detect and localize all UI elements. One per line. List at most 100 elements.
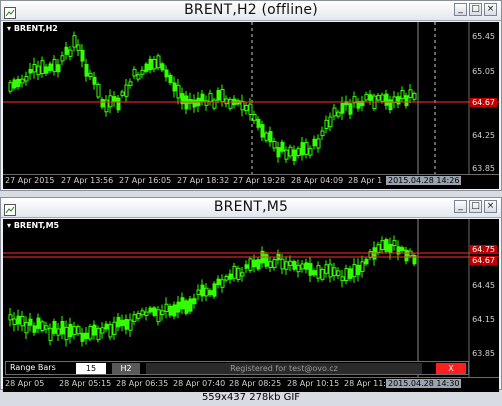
candle-body bbox=[264, 132, 269, 141]
candle-body bbox=[100, 98, 105, 108]
candle-body bbox=[304, 262, 309, 270]
candle-body bbox=[136, 313, 141, 319]
candle-body bbox=[364, 258, 369, 265]
candle-body bbox=[212, 283, 217, 297]
candle-body bbox=[252, 259, 257, 268]
candle-body bbox=[124, 318, 129, 330]
candle-body bbox=[96, 327, 101, 341]
candle-body bbox=[228, 273, 233, 280]
candle-body bbox=[96, 83, 101, 98]
title-bar[interactable]: BRENT,H2 (offline) _ □ × bbox=[1, 1, 501, 21]
price-chart-h2[interactable]: ▾ BRENT,H2 65.45 65.05 64.67 64.25 63.85 bbox=[3, 22, 499, 174]
candle-body bbox=[388, 243, 393, 254]
candle-body bbox=[36, 65, 41, 76]
candle-body bbox=[376, 95, 381, 101]
candle-body bbox=[120, 319, 125, 327]
time-label: 28 Apr 1 bbox=[348, 176, 383, 185]
candle-body bbox=[116, 316, 121, 328]
candle-body bbox=[120, 91, 125, 96]
candle-body bbox=[132, 314, 137, 322]
candle-body bbox=[296, 148, 301, 157]
candle-body bbox=[144, 311, 149, 316]
candle-body bbox=[68, 323, 73, 338]
time-label: 28 Apr 08:25 bbox=[229, 379, 282, 388]
price-chart-m5[interactable]: ▾ BRENT,M5 64.75 64.67 64.45 64.15 63.85… bbox=[3, 219, 499, 377]
candle-body bbox=[404, 249, 409, 262]
candle-body bbox=[284, 261, 289, 270]
maximize-button[interactable]: □ bbox=[469, 200, 482, 213]
minimize-button[interactable]: _ bbox=[454, 200, 467, 213]
registration-text: Registered for test@ovo.cz bbox=[146, 363, 422, 374]
candle-body bbox=[116, 97, 121, 111]
candle-body bbox=[348, 103, 353, 115]
close-button[interactable]: × bbox=[484, 3, 497, 16]
candle-body bbox=[292, 261, 297, 270]
candle-body bbox=[84, 63, 89, 77]
candle-body bbox=[52, 320, 57, 334]
candle-body bbox=[304, 142, 309, 155]
timeframe-button[interactable]: H2 bbox=[112, 363, 140, 374]
candle-body bbox=[316, 138, 321, 149]
candle-body bbox=[24, 322, 29, 334]
price-label: 64.15 bbox=[472, 315, 495, 324]
candle-body bbox=[144, 63, 149, 72]
candle-body bbox=[328, 116, 333, 128]
candle-body bbox=[260, 124, 265, 138]
candle-body bbox=[324, 119, 329, 130]
close-button[interactable]: × bbox=[484, 200, 497, 213]
candle-body bbox=[204, 287, 209, 297]
candle-body bbox=[272, 140, 277, 149]
candle-body bbox=[72, 35, 77, 48]
candle-body bbox=[404, 95, 409, 107]
candle-body bbox=[364, 93, 369, 101]
maximize-button[interactable]: □ bbox=[469, 3, 482, 16]
candle-body bbox=[392, 240, 397, 247]
candle-body bbox=[244, 104, 249, 112]
price-label: 64.75 bbox=[470, 245, 497, 254]
price-label: 63.85 bbox=[472, 349, 495, 358]
close-panel-button[interactable]: X bbox=[436, 363, 466, 374]
time-label: 28 Apr 06:35 bbox=[116, 379, 169, 388]
candle-body bbox=[240, 272, 245, 277]
current-price-badge: 64.67 bbox=[470, 256, 497, 265]
candle-body bbox=[232, 265, 237, 279]
candle-body bbox=[384, 93, 389, 106]
title-bar[interactable]: BRENT,M5 _ □ × bbox=[1, 198, 501, 218]
candle-body bbox=[312, 270, 317, 276]
time-axis-h2: 27 Apr 2015 27 Apr 13:56 27 Apr 16:05 27… bbox=[3, 174, 499, 189]
candle-body bbox=[192, 298, 197, 305]
candle-body bbox=[28, 318, 33, 326]
candle-body bbox=[32, 63, 37, 73]
candle-body bbox=[224, 98, 229, 105]
candle-body bbox=[376, 244, 381, 253]
candle-body bbox=[60, 320, 65, 335]
candle-body bbox=[52, 58, 57, 72]
candle-body bbox=[56, 328, 61, 336]
candle-body bbox=[220, 89, 225, 103]
candle-body bbox=[268, 131, 273, 143]
candle-body bbox=[140, 310, 145, 316]
candle-body bbox=[240, 100, 245, 111]
symbol-label: ▾ BRENT,M5 bbox=[7, 221, 60, 230]
price-label: 64.25 bbox=[472, 131, 495, 140]
candle-body bbox=[92, 324, 97, 336]
candle-body bbox=[168, 74, 173, 84]
candle-body bbox=[320, 130, 325, 137]
candle-body bbox=[76, 326, 81, 335]
minimize-button[interactable]: _ bbox=[454, 3, 467, 16]
time-label: 27 Apr 18:32 bbox=[177, 176, 230, 185]
candle-body bbox=[156, 55, 161, 69]
candle-body bbox=[412, 92, 417, 100]
candle-body bbox=[8, 314, 13, 321]
candle-body bbox=[280, 141, 285, 152]
candle-body bbox=[332, 107, 337, 117]
candle-body bbox=[64, 326, 69, 341]
candle-body bbox=[276, 147, 281, 158]
candle-body bbox=[308, 148, 313, 156]
candle-body bbox=[60, 55, 65, 62]
candle-body bbox=[84, 332, 89, 340]
range-size-input[interactable]: 15 bbox=[76, 363, 106, 374]
candle-body bbox=[48, 327, 53, 341]
candle-body bbox=[300, 263, 305, 270]
candle-body bbox=[20, 315, 25, 327]
